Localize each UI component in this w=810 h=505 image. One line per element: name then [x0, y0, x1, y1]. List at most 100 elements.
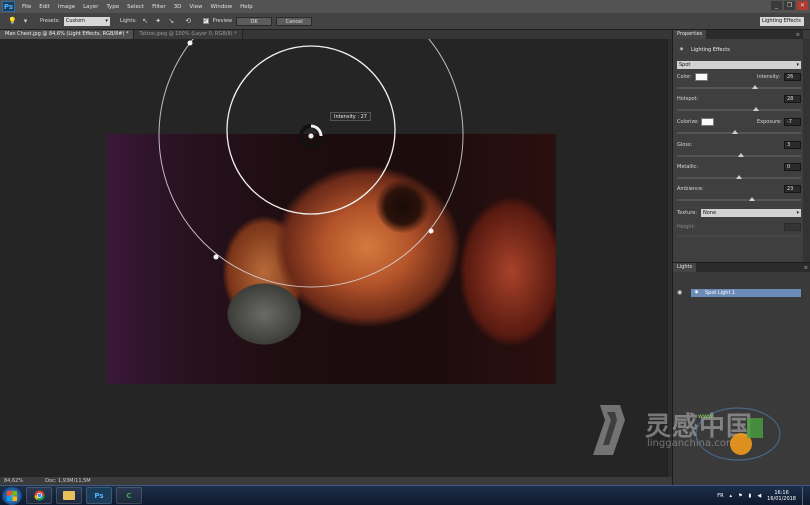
ambience-field[interactable]: 23: [784, 185, 801, 193]
ambience-slider-knob[interactable]: [749, 197, 756, 201]
intensity-slider[interactable]: [677, 85, 801, 89]
gloss-slider-knob[interactable]: [738, 153, 745, 157]
right-dock: Properties ≡ ✷ Lighting Effects Spot Col…: [672, 30, 810, 485]
properties-panel: Properties ≡ ✷ Lighting Effects Spot Col…: [673, 30, 803, 262]
light-handle-right: [428, 228, 434, 234]
light-list-item[interactable]: ✷ Spot Light 1: [691, 289, 801, 297]
clock[interactable]: 16:16 16/01/2018: [767, 490, 796, 502]
texture-select[interactable]: None: [701, 209, 801, 217]
add-spot-light-icon[interactable]: ↖: [141, 17, 150, 26]
network-icon[interactable]: ▮: [749, 493, 752, 499]
close-button[interactable]: ✕: [797, 1, 808, 10]
properties-title: Lighting Effects: [691, 47, 730, 53]
gloss-row: Gloss: 3: [677, 141, 801, 163]
chrome-icon: [33, 490, 45, 501]
metallic-row: Metallic: 0: [677, 163, 801, 185]
menu-layer[interactable]: Layer: [79, 4, 102, 10]
intensity-tooltip: Intensity : 27: [330, 112, 371, 121]
light-center: [307, 132, 315, 140]
metallic-slider[interactable]: [677, 175, 801, 179]
taskbar-chrome[interactable]: [26, 487, 52, 504]
taskbar-photoshop[interactable]: Ps: [86, 487, 112, 504]
exposure-field[interactable]: -7: [784, 118, 801, 126]
add-point-light-icon[interactable]: ✦: [154, 17, 163, 26]
height-label: Height:: [677, 224, 696, 230]
add-infinite-light-icon[interactable]: ↘: [167, 17, 176, 26]
reset-light-icon[interactable]: ⟲: [184, 17, 193, 26]
exposure-slider[interactable]: [677, 130, 801, 134]
ok-button[interactable]: OK: [236, 16, 273, 26]
tab-lights[interactable]: Lights: [673, 263, 697, 272]
menu-help[interactable]: Help: [236, 4, 257, 10]
menu-filter[interactable]: Filter: [148, 4, 170, 10]
light-color-swatch[interactable]: [695, 73, 708, 81]
hotspot-ring: [226, 45, 396, 215]
visibility-eye-icon[interactable]: ◉: [677, 289, 682, 296]
hotspot-label: Hotspot:: [677, 96, 699, 102]
metallic-label: Metallic:: [677, 164, 699, 170]
taskbar-camtasia[interactable]: C: [116, 487, 142, 504]
hotspot-field[interactable]: 28: [784, 95, 801, 103]
chevron-down-icon[interactable]: ▾: [21, 17, 30, 26]
menu-file[interactable]: File: [18, 4, 35, 10]
show-desktop-button[interactable]: [802, 487, 806, 505]
options-bar: 💡 ▾ Presets: Custom Lights: ↖ ✦ ↘ ⟲ ✓ Pr…: [0, 13, 810, 30]
menu-select[interactable]: Select: [123, 4, 148, 10]
gloss-field[interactable]: 3: [784, 141, 801, 149]
intensity-slider-knob[interactable]: [751, 85, 758, 89]
presets-select[interactable]: Custom: [63, 16, 110, 26]
ambience-slider[interactable]: [677, 197, 801, 201]
cancel-button[interactable]: Cancel: [276, 16, 313, 26]
ambience-label: Ambience:: [677, 186, 704, 192]
gloss-slider[interactable]: [677, 153, 801, 157]
spot-light-widget[interactable]: [0, 39, 667, 477]
hotspot-slider-knob[interactable]: [753, 107, 760, 111]
window-controls: _ ❐ ✕: [771, 1, 808, 10]
workspace-select[interactable]: Lighting Effects: [760, 17, 804, 26]
tab-properties[interactable]: Properties: [673, 30, 707, 39]
menu-window[interactable]: Window: [206, 4, 236, 10]
properties-scrollbar[interactable]: [803, 39, 810, 262]
metallic-slider-knob[interactable]: [736, 175, 742, 179]
menu-type[interactable]: Type: [102, 4, 123, 10]
volume-icon[interactable]: ◀: [757, 493, 761, 499]
minimize-button[interactable]: _: [771, 1, 782, 10]
canvas-area[interactable]: Intensity : 27: [0, 39, 667, 477]
colorize-swatch[interactable]: [701, 118, 714, 126]
restore-button[interactable]: ❐: [784, 1, 795, 10]
menu-3d[interactable]: 3D: [170, 4, 186, 10]
tab-man-chest[interactable]: Man Chest.jpg @ 84,6% (Light Effects, RG…: [0, 30, 135, 39]
spotlight-tool-icon[interactable]: 💡: [8, 17, 17, 26]
flag-icon[interactable]: ⚑: [738, 493, 742, 499]
metallic-field[interactable]: 0: [784, 163, 801, 171]
tab-tattoo[interactable]: Tattoo.jpeg @ 100% (Layer 0, RGB/8) *: [134, 30, 243, 39]
preview-checkbox[interactable]: ✓: [202, 18, 209, 24]
start-button[interactable]: [2, 486, 22, 505]
taskbar-explorer[interactable]: [56, 487, 82, 504]
menu-edit[interactable]: Edit: [35, 4, 54, 10]
hotspot-slider[interactable]: [677, 107, 801, 111]
windows-logo-icon: [7, 490, 17, 501]
exposure-label: Exposure:: [757, 119, 782, 125]
status-bar: 84,62% Doc: 1,93M/11,5M: [0, 477, 672, 485]
menu-bar: Ps File Edit Image Layer Type Select Fil…: [0, 0, 810, 13]
panel-menu-icon[interactable]: ≡: [796, 32, 800, 38]
light-ellipse: [158, 39, 464, 288]
menu-image[interactable]: Image: [54, 4, 79, 10]
photoshop-logo: Ps: [2, 1, 15, 12]
menu-view[interactable]: View: [185, 4, 206, 10]
colorize-exposure-row: Colorize: Exposure: -7: [677, 118, 801, 140]
tray-arrow-icon[interactable]: ▴: [730, 493, 733, 499]
photoshop-icon: Ps: [94, 491, 104, 500]
exposure-slider-knob[interactable]: [732, 130, 739, 134]
color-intensity-row: Color: Intensity: 26: [677, 73, 801, 95]
lights-panel: Lights ≡ ◉ ✷ Spot Light 1: [673, 262, 810, 485]
camtasia-icon: C: [126, 491, 132, 500]
properties-header: Properties ≡: [673, 30, 803, 39]
panel-menu-icon[interactable]: ≡: [804, 265, 808, 271]
intensity-field[interactable]: 26: [784, 73, 801, 81]
light-handle-left: [213, 254, 219, 260]
language-indicator[interactable]: FR: [717, 493, 723, 499]
light-type-select[interactable]: Spot: [677, 61, 801, 69]
zoom-level[interactable]: 84,62%: [4, 478, 23, 484]
